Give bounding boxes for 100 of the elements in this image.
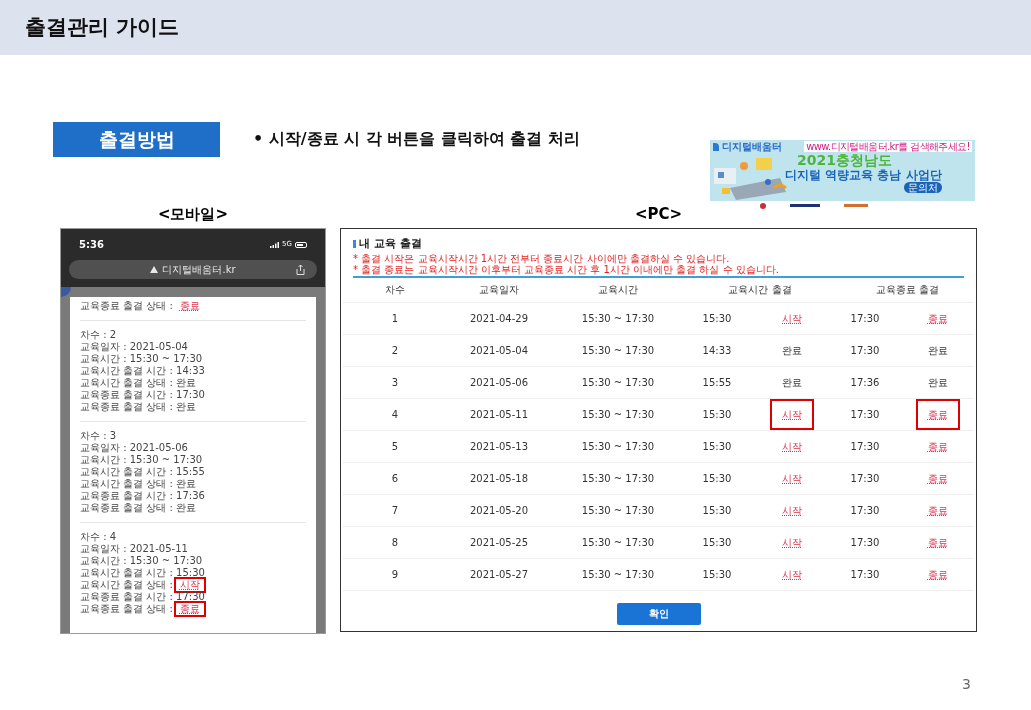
info-label: 교육시간 출결 상태 : <box>80 579 173 591</box>
table-cell-text: 15:30 <box>702 471 732 486</box>
table-cell-text: 15:30 ~ 17:30 <box>581 375 655 390</box>
table-cell-text: 6 <box>391 471 399 486</box>
banner-headline: 2021충청남도 <box>797 153 893 168</box>
table-cell-text: 15:30 <box>702 503 732 518</box>
status-link[interactable]: 종료 <box>173 298 206 314</box>
confirm-button[interactable]: 확인 <box>616 602 701 625</box>
info-line: 교육종료 출결 상태 : 완료 <box>80 502 198 514</box>
info-line: 교육시간 출결 시간 : 15:30 <box>80 567 206 579</box>
table-cell-text: 17:30 <box>850 343 880 358</box>
info-line: 교육종료 출결 시간 : 17:36 <box>80 490 206 502</box>
table-cell-text: 완료 <box>781 343 803 358</box>
status-link[interactable]: 시작 <box>770 526 814 558</box>
table-cell-text: 17:36 <box>850 375 880 390</box>
info-line: 교육시간 출결 상태 : 완료 <box>80 478 198 490</box>
column-header: 교육종료 출결 <box>875 283 940 297</box>
table-cell-text: 2021-05-25 <box>469 535 529 550</box>
info-line: 교육종료 출결 시간 : 17:30 <box>80 591 206 603</box>
table-cell-text: 15:30 ~ 17:30 <box>581 567 655 582</box>
page-title: 출결관리 가이드 <box>25 13 180 41</box>
share-icon[interactable] <box>296 264 305 275</box>
emblem-icon <box>760 202 766 209</box>
notice-text: * 출결 종료는 교육시작시간 이후부터 교육종료 시간 후 1시간 이내에만 출결 하실 수 있습니다. <box>353 263 780 275</box>
status-link[interactable]: 종료 <box>915 430 960 462</box>
table-cell-text: 15:30 ~ 17:30 <box>581 311 655 326</box>
column-header: 교육시간 출결 <box>728 283 792 297</box>
info-line: 차수 : 2 <box>80 329 118 341</box>
address-bar[interactable]: 디지털배움터.kr <box>69 260 317 279</box>
table-cell-text: 2021-05-06 <box>469 375 529 390</box>
status-link[interactable]: 종료 <box>915 558 960 590</box>
table-cell-text: 2021-05-11 <box>469 407 529 422</box>
instruction-text: • 시작/종료 시 각 버튼을 클릭하여 출결 처리 <box>253 128 581 150</box>
method-label: 출결방법 <box>53 122 220 157</box>
table-cell-text: 2021-05-27 <box>469 567 529 582</box>
table-cell-text: 15:30 <box>702 407 732 422</box>
info-line: 교육시간 출결 시간 : 14:33 <box>80 365 206 377</box>
speech-bubble: www.디지털배움터.kr를 검색해주세요! <box>804 141 972 152</box>
pc-caption: <PC> <box>634 204 683 223</box>
status-link[interactable]: 시작 <box>770 558 814 590</box>
status-link[interactable]: 종료 <box>915 462 960 494</box>
contact-pill: 문의처 <box>904 182 942 193</box>
info-line: 차수 : 3 <box>80 430 118 442</box>
table-cell-text: 4 <box>391 407 399 422</box>
clock-time: 5:36 <box>79 238 104 252</box>
table-cell-text: 5 <box>391 439 399 454</box>
info-line: 차수 : 4 <box>80 531 118 543</box>
table-cell-text: 3 <box>391 375 399 390</box>
column-header: 차수 <box>385 283 405 297</box>
column-header: 교육일자 <box>479 283 519 297</box>
warning-icon <box>150 266 159 273</box>
info-line: 교육시간 : 15:30 ~ 17:30 <box>80 353 204 365</box>
table-cell-text: 9 <box>391 567 399 582</box>
status-link[interactable]: 시작 <box>770 494 814 526</box>
status-link[interactable]: 종료 <box>915 526 960 558</box>
mobile-caption: <모바일> <box>157 204 229 223</box>
status-link[interactable]: 종료 <box>915 398 960 430</box>
table-cell-text: 17:30 <box>850 535 880 550</box>
table-cell-text: 8 <box>391 535 399 550</box>
info-line: 교육일자 : 2021-05-06 <box>80 442 189 454</box>
table-cell-text: 15:30 ~ 17:30 <box>581 503 655 518</box>
status-link[interactable]: 시작 <box>770 398 814 430</box>
table-cell-text: 15:30 <box>702 439 732 454</box>
table-cell-text: 2 <box>391 343 399 358</box>
column-header: 교육시간 <box>598 283 638 297</box>
table-cell-text: 2021-05-18 <box>469 471 529 486</box>
table-cell-text: 14:33 <box>702 343 732 358</box>
info-line: 교육일자 : 2021-05-04 <box>80 341 189 353</box>
info-label: 교육종료 출결 상태 : <box>80 603 173 615</box>
table-cell-text: 17:30 <box>850 503 880 518</box>
status-link[interactable]: 종료 <box>173 601 206 617</box>
table-cell-text: 완료 <box>926 343 949 358</box>
table-cell-text: 17:30 <box>850 311 880 326</box>
info-line: 교육시간 출결 상태 : 완료 <box>80 377 198 389</box>
info-label: 교육종료 출결 상태 : <box>80 300 173 312</box>
table-cell-text: 완료 <box>926 375 949 390</box>
map-patch <box>61 287 71 297</box>
status-link[interactable]: 시작 <box>173 577 206 593</box>
title-marker-icon <box>353 240 356 249</box>
info-line: 교육시간 : 15:30 ~ 17:30 <box>80 555 204 567</box>
table-cell-text: 15:30 ~ 17:30 <box>581 343 655 358</box>
status-link[interactable]: 종료 <box>915 494 960 526</box>
table-cell-text: 1 <box>391 311 399 326</box>
status-link[interactable]: 시작 <box>770 302 814 334</box>
info-line: 교육종료 출결 상태 : 완료 <box>80 401 198 413</box>
status-link[interactable]: 시작 <box>770 430 814 462</box>
status-link[interactable]: 종료 <box>915 302 960 334</box>
table-cell-text: 7 <box>391 503 399 518</box>
table-cell-text: 15:30 ~ 17:30 <box>581 471 655 486</box>
status-link[interactable]: 시작 <box>770 462 814 494</box>
info-line: 교육일자 : 2021-05-11 <box>80 543 189 555</box>
table-cell-text: 17:30 <box>850 407 880 422</box>
info-line: 교육시간 출결 시간 : 15:55 <box>80 466 206 478</box>
notice-text: * 출결 시작은 교육시작시간 1시간 전부터 종료시간 사이에만 출결하실 수 있습니다. <box>353 252 731 264</box>
info-line: 교육시간 : 15:30 ~ 17:30 <box>80 454 204 466</box>
table-cell-text: 2021-05-13 <box>469 439 529 454</box>
table-cell-text: 15:55 <box>702 375 732 390</box>
table-cell-text: 2021-05-20 <box>469 503 529 518</box>
page-number: 3 <box>962 675 971 694</box>
table-cell-text: 15:30 ~ 17:30 <box>581 439 655 454</box>
